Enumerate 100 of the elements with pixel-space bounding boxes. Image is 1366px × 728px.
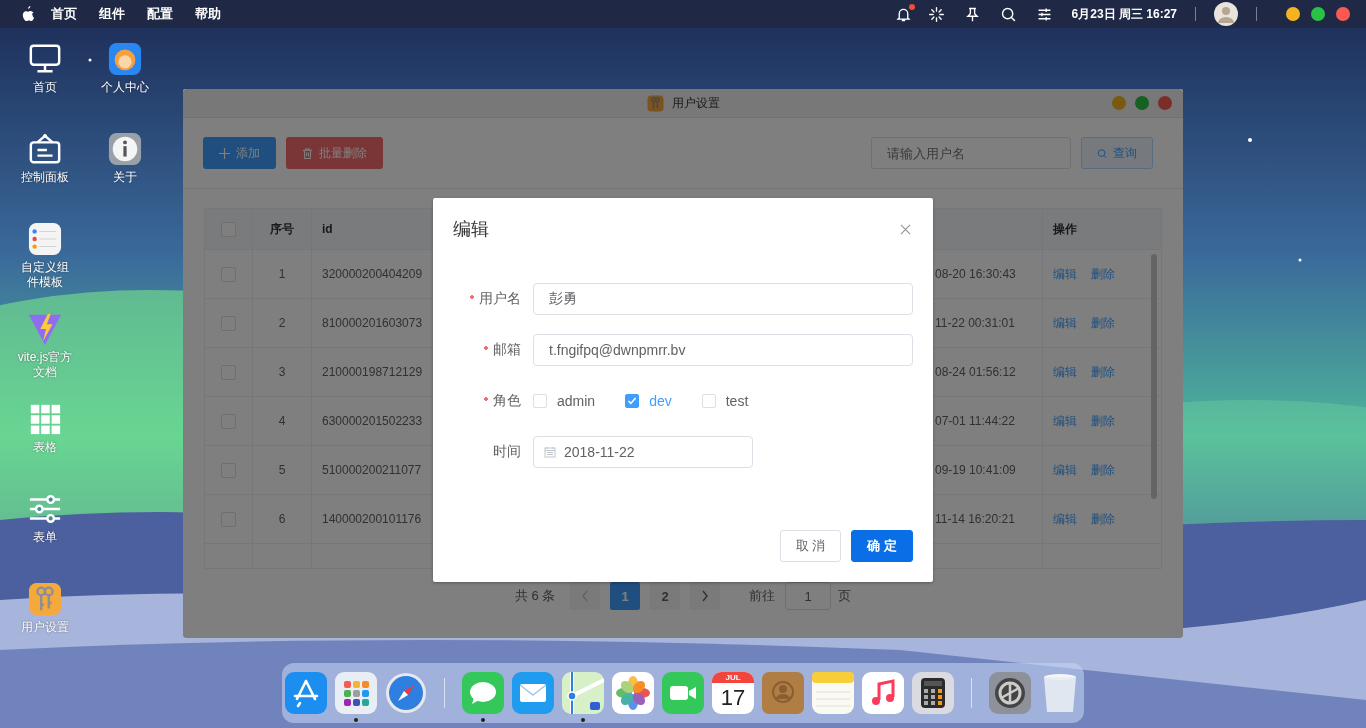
keys-icon — [646, 94, 664, 112]
minimize-dot[interactable] — [1286, 7, 1300, 21]
action-link[interactable]: 删除 — [1091, 412, 1115, 430]
page-button[interactable]: 2 — [650, 582, 681, 610]
table-cell: 09-19 10:41:09 — [935, 463, 1016, 477]
close-dot[interactable] — [1336, 7, 1350, 21]
monitor-icon[interactable] — [28, 42, 62, 76]
plus-icon — [219, 147, 230, 159]
page-suffix: 页 — [838, 587, 852, 605]
role-checkbox[interactable]: admin — [533, 393, 596, 409]
sliders-icon[interactable] — [28, 492, 62, 526]
map-icon[interactable] — [562, 672, 604, 714]
flower-icon[interactable] — [612, 672, 654, 714]
desktop-icon-label[interactable]: 控制面板 — [16, 170, 74, 185]
desktop-icon-label[interactable]: 用户设置 — [16, 620, 74, 635]
query-button[interactable]: 查询 — [1081, 137, 1153, 169]
field-label: 用户名 — [479, 290, 521, 308]
field-label: 邮箱 — [493, 341, 521, 359]
table-cell: 2 — [278, 316, 286, 330]
calculator-icon[interactable] — [912, 672, 954, 714]
search-icon[interactable] — [999, 5, 1017, 23]
contact-book-icon[interactable] — [762, 672, 804, 714]
table-cell: 08-24 01:56:12 — [935, 365, 1016, 379]
action-link[interactable]: 删除 — [1091, 265, 1115, 283]
next-page-button[interactable] — [690, 582, 721, 610]
action-link[interactable]: 编辑 — [1053, 510, 1077, 528]
column-header: 操作 — [1053, 220, 1077, 238]
action-link[interactable]: 删除 — [1091, 510, 1115, 528]
date-time[interactable]: 6月23日 周三 16:27 — [1071, 5, 1177, 23]
role-checkbox[interactable]: dev — [625, 393, 672, 409]
cancel-button[interactable]: 取 消 — [779, 530, 842, 562]
maximize-dot[interactable] — [1311, 7, 1325, 21]
desktop-icon-label[interactable]: vite.js官方文档 — [16, 350, 74, 380]
role-checkbox[interactable]: test — [701, 393, 749, 409]
text-input[interactable]: t.fngifpq@dwnpmrr.bv — [533, 334, 913, 366]
minimize-dot[interactable] — [1112, 96, 1126, 110]
table-cell: 07-01 11:44:22 — [935, 414, 1015, 428]
page-button[interactable]: 1 — [610, 582, 641, 610]
close-dot[interactable] — [1158, 96, 1172, 110]
table-cell: 6 — [278, 512, 286, 526]
search-field[interactable]: 请输入用户名 — [871, 137, 1071, 169]
window-title: 用户设置 — [671, 94, 720, 112]
desktop-icon-label[interactable]: 表格 — [16, 440, 74, 455]
chat-bubble-icon[interactable] — [462, 672, 504, 714]
action-link[interactable]: 编辑 — [1053, 363, 1077, 381]
user-avatar[interactable] — [1214, 2, 1238, 26]
notepad-icon[interactable] — [812, 672, 854, 714]
table-cell: 3 — [278, 365, 286, 379]
action-link[interactable]: 编辑 — [1053, 461, 1077, 479]
menu-item[interactable]: 首页 — [51, 5, 77, 23]
add-button[interactable]: 添加 — [203, 137, 276, 169]
table-cell: 810000201603073 — [322, 316, 423, 330]
check-icon — [626, 395, 639, 407]
menu-item[interactable]: 帮助 — [195, 5, 221, 23]
chevron-right-icon — [701, 590, 710, 602]
dialog-title: 编辑 — [453, 218, 489, 241]
close-icon[interactable] — [900, 223, 911, 235]
envelope-icon[interactable] — [512, 672, 554, 714]
field-label: 角色 — [493, 392, 521, 410]
launchpad-icon[interactable] — [335, 672, 377, 714]
action-link[interactable]: 编辑 — [1053, 412, 1077, 430]
calendar-day: 17 — [720, 683, 746, 712]
date-picker-field[interactable]: 2018-11-22 — [533, 436, 753, 468]
total-count: 共 6 条 — [514, 587, 556, 605]
batch-delete-button[interactable]: 批量删除 — [286, 137, 383, 169]
desktop-icon-label[interactable]: 个人中心 — [96, 80, 154, 95]
page-input[interactable]: 1 — [785, 582, 832, 610]
confirm-button[interactable]: 确 定 — [851, 530, 913, 562]
lightning-triangle-icon[interactable] — [28, 312, 62, 346]
apple-logo-icon[interactable] — [20, 5, 35, 23]
desktop-icon-label[interactable]: 表单 — [16, 530, 74, 545]
signboard-icon[interactable] — [28, 132, 62, 166]
desktop-icon-label[interactable]: 自定义组件模板 — [16, 260, 74, 290]
action-link[interactable]: 编辑 — [1053, 314, 1077, 332]
goto-label: 前往 — [749, 587, 776, 605]
action-link[interactable]: 删除 — [1091, 461, 1115, 479]
table-cell: 4 — [278, 414, 286, 428]
action-link[interactable]: 删除 — [1091, 314, 1115, 332]
desktop-icon-label[interactable]: 关于 — [96, 170, 154, 185]
action-link[interactable]: 编辑 — [1053, 265, 1077, 283]
calendar-icon[interactable]: JUL 17 — [712, 672, 754, 714]
grid-icon[interactable] — [28, 402, 62, 436]
menu-item[interactable]: 组件 — [99, 5, 125, 23]
sparkle-icon[interactable] — [927, 5, 945, 23]
table-cell: 510000200211077 — [322, 463, 422, 477]
compass-icon[interactable] — [385, 672, 427, 714]
music-note-icon[interactable] — [862, 672, 904, 714]
calendar-icon — [544, 446, 556, 458]
menu-item[interactable]: 配置 — [147, 5, 173, 23]
scrollbar[interactable] — [1151, 254, 1157, 499]
desktop-icon-label[interactable]: 首页 — [16, 80, 74, 95]
video-camera-icon[interactable] — [662, 672, 704, 714]
gear-icon[interactable] — [989, 672, 1031, 714]
date-value: 2018-11-22 — [564, 444, 635, 460]
text-input[interactable]: 彭勇 — [533, 283, 913, 315]
column-header: id — [322, 222, 333, 236]
action-link[interactable]: 删除 — [1091, 363, 1115, 381]
table-cell: 11-22 00:31:01 — [935, 316, 1015, 330]
app-store-icon[interactable] — [285, 672, 327, 714]
maximize-dot[interactable] — [1135, 96, 1149, 110]
